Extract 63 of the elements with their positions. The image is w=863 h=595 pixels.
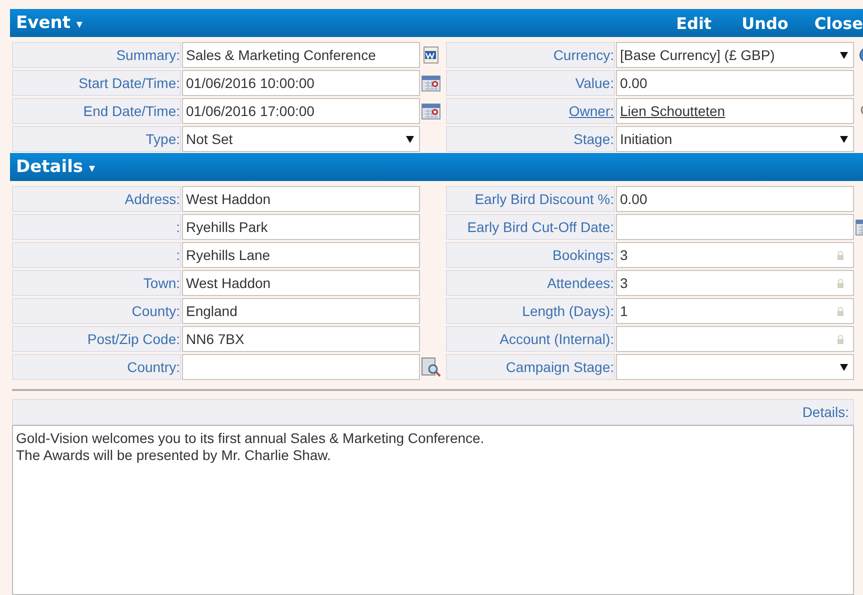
input-field[interactable]: West Haddon (182, 270, 420, 296)
label-text: Address: (124, 191, 180, 207)
label-text: Type: (146, 131, 180, 147)
input-field[interactable]: West Haddon (182, 186, 420, 212)
dropdown-arrow-icon (840, 52, 848, 58)
input-field[interactable]: Ryehills Park (182, 214, 420, 240)
lock-icon (837, 334, 844, 344)
label-text: Early Bird Cut-Off Date: (467, 219, 614, 235)
label-text: : (176, 219, 180, 235)
input-field[interactable]: 0.00 (616, 186, 854, 212)
dropdown-arrow-icon (406, 136, 414, 142)
input-field[interactable] (616, 326, 854, 352)
label-text: Campaign Stage: (506, 359, 614, 375)
label-text: Details: (802, 404, 849, 420)
label-text: Start Date/Time: (78, 75, 180, 91)
label-text: Currency: (553, 47, 614, 63)
input-field[interactable]: 01/06/2016 10:00:00 (182, 70, 420, 96)
label-text: Bookings: (552, 247, 614, 263)
label-text: Country: (127, 359, 180, 375)
label-text: Town: (143, 275, 180, 291)
label-text: Summary: (116, 47, 180, 63)
details-text-area[interactable]: Gold-Vision welcomes you to its first annual Sales & Marketing Conference. The Awards will be presented by Mr. Charlie Shaw. (12, 425, 854, 595)
input-field[interactable]: 0.00 (616, 70, 854, 96)
input-field[interactable]: 1 (616, 298, 854, 324)
dropdown-arrow-icon (840, 136, 848, 142)
label-text: : (176, 247, 180, 263)
magnifier-icon[interactable] (421, 357, 441, 377)
event-menu[interactable]: Event ▾ (10, 13, 88, 33)
calendar-icon[interactable] (421, 74, 441, 92)
toolbar-button[interactable]: Undo (716, 14, 788, 32)
select-field[interactable]: [Base Currency] (£ GBP) (616, 42, 854, 68)
owner-link[interactable]: Owner: (568, 103, 614, 119)
details-menu[interactable]: Details ▾ (10, 157, 101, 177)
lock-icon (837, 250, 844, 260)
input-field[interactable]: NN6 7BX (182, 326, 420, 352)
label-text: Post/Zip Code: (87, 331, 180, 347)
input-field[interactable]: England (182, 298, 420, 324)
input-field[interactable]: 3 (616, 242, 854, 268)
label-text: Length (Days): (522, 303, 614, 319)
input-field[interactable]: Sales & Marketing Conference (182, 42, 420, 68)
label-text: Attendees: (547, 275, 614, 291)
toolbar-button[interactable]: Close (788, 14, 863, 32)
input-field[interactable] (616, 214, 854, 240)
input-field[interactable]: Ryehills Lane (182, 242, 420, 268)
document-icon[interactable] (422, 46, 440, 64)
dropdown-arrow-icon (840, 364, 848, 370)
select-field[interactable]: Initiation (616, 126, 854, 152)
toolbar-button[interactable]: Edit (676, 14, 712, 32)
label-text: County: (132, 303, 180, 319)
lock-icon (837, 278, 844, 288)
input-field[interactable]: 3 (616, 270, 854, 296)
label-text: Stage: (574, 131, 614, 147)
select-field[interactable]: Not Set (182, 126, 420, 152)
label-text: Early Bird Discount %: (474, 191, 614, 207)
calendar-icon[interactable] (421, 102, 441, 120)
label-text: Value: (575, 75, 614, 91)
input-field[interactable] (182, 354, 420, 380)
label-text: End Date/Time: (83, 103, 180, 119)
input-field[interactable]: Lien Schoutteten (616, 98, 854, 124)
label-text: Account (Internal): (500, 331, 614, 347)
select-field[interactable] (616, 354, 854, 380)
lock-icon (837, 306, 844, 316)
input-field[interactable]: 01/06/2016 17:00:00 (182, 98, 420, 124)
